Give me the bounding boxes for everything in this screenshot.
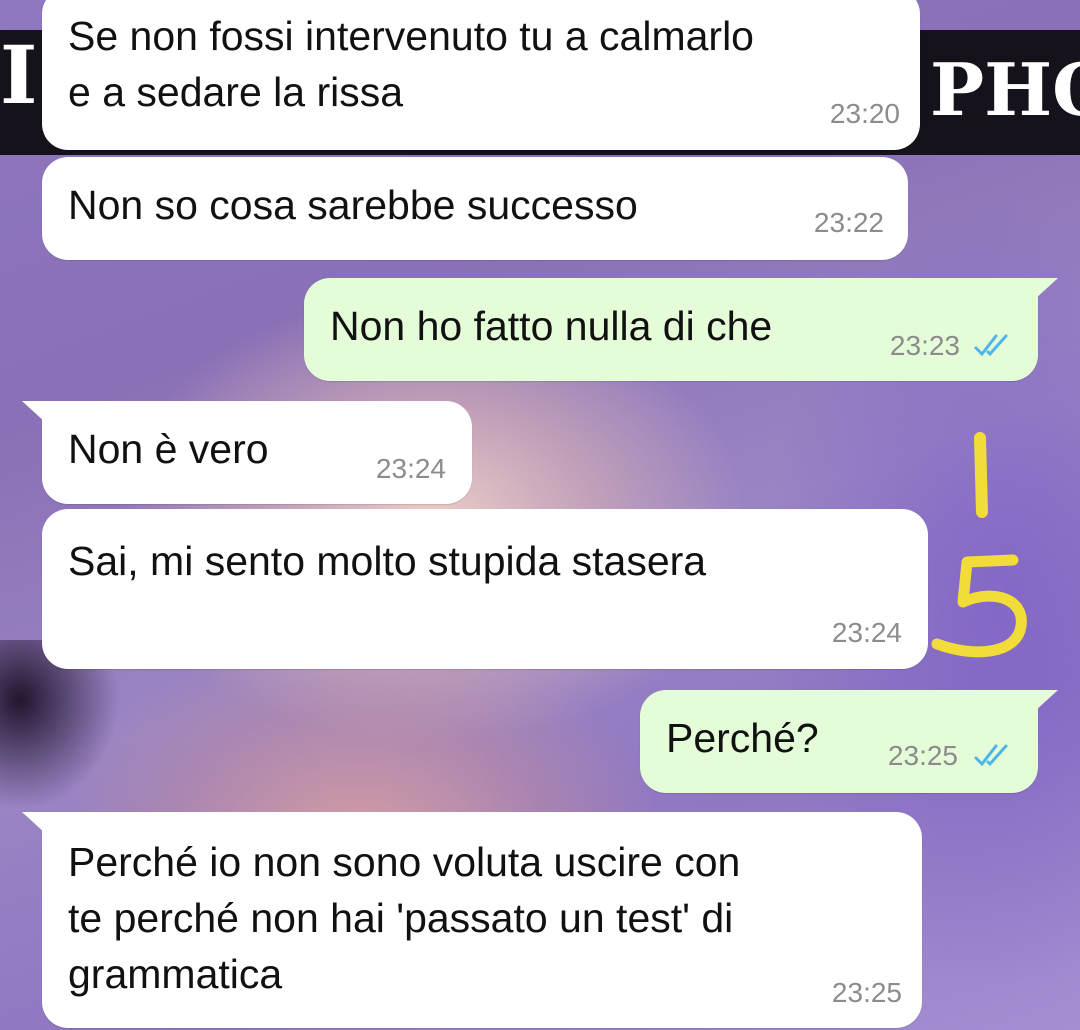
handwritten-annotation: 15 [931, 432, 1027, 658]
message-timestamp: 23:20 [829, 98, 900, 129]
message-bubble-incoming[interactable]: Non so cosa sarebbe successo 23:22 [42, 157, 908, 260]
message-bubble-incoming[interactable]: Sai, mi sento molto stupida stasera 23:2… [42, 509, 928, 669]
message-timestamp: 23:22 [813, 207, 884, 238]
bubble-tail [22, 812, 46, 834]
message-text: Se non fossi intervenuto tu a calmarlo e… [68, 13, 754, 115]
message-timestamp: 23:23 [889, 330, 960, 361]
message-text: Perché io non sono voluta uscire con te … [68, 839, 741, 997]
message-text: Non è vero [68, 426, 269, 472]
message-timestamp: 23:25 [887, 740, 958, 771]
message-timestamp: 23:24 [375, 453, 446, 484]
read-ticks-icon [974, 744, 1008, 767]
bubble-tail [1034, 690, 1058, 712]
message-text: Perché? [666, 715, 819, 761]
background-banner-letter: I [0, 30, 38, 120]
message-bubble-incoming[interactable]: Se non fossi intervenuto tu a calmarlo e… [42, 0, 920, 150]
read-ticks-icon [974, 334, 1008, 357]
message-bubble-incoming[interactable]: Perché io non sono voluta uscire con te … [22, 812, 922, 1028]
message-timestamp: 23:25 [831, 977, 902, 1008]
background-banner-letters: PHO [930, 50, 1080, 130]
message-bubble-outgoing[interactable]: Non ho fatto nulla di che 23:23 [304, 278, 1058, 381]
message-bubble-outgoing[interactable]: Perché? 23:25 [640, 690, 1058, 793]
message-bubble-incoming[interactable]: Non è vero 23:24 [22, 401, 472, 504]
message-timestamp: 23:24 [831, 617, 902, 648]
bubble-tail [22, 401, 46, 423]
message-text: Sai, mi sento molto stupida stasera [68, 538, 707, 584]
message-text: Non ho fatto nulla di che [330, 303, 773, 349]
bubble-tail [1034, 278, 1058, 300]
message-text: Non so cosa sarebbe successo [68, 182, 638, 228]
